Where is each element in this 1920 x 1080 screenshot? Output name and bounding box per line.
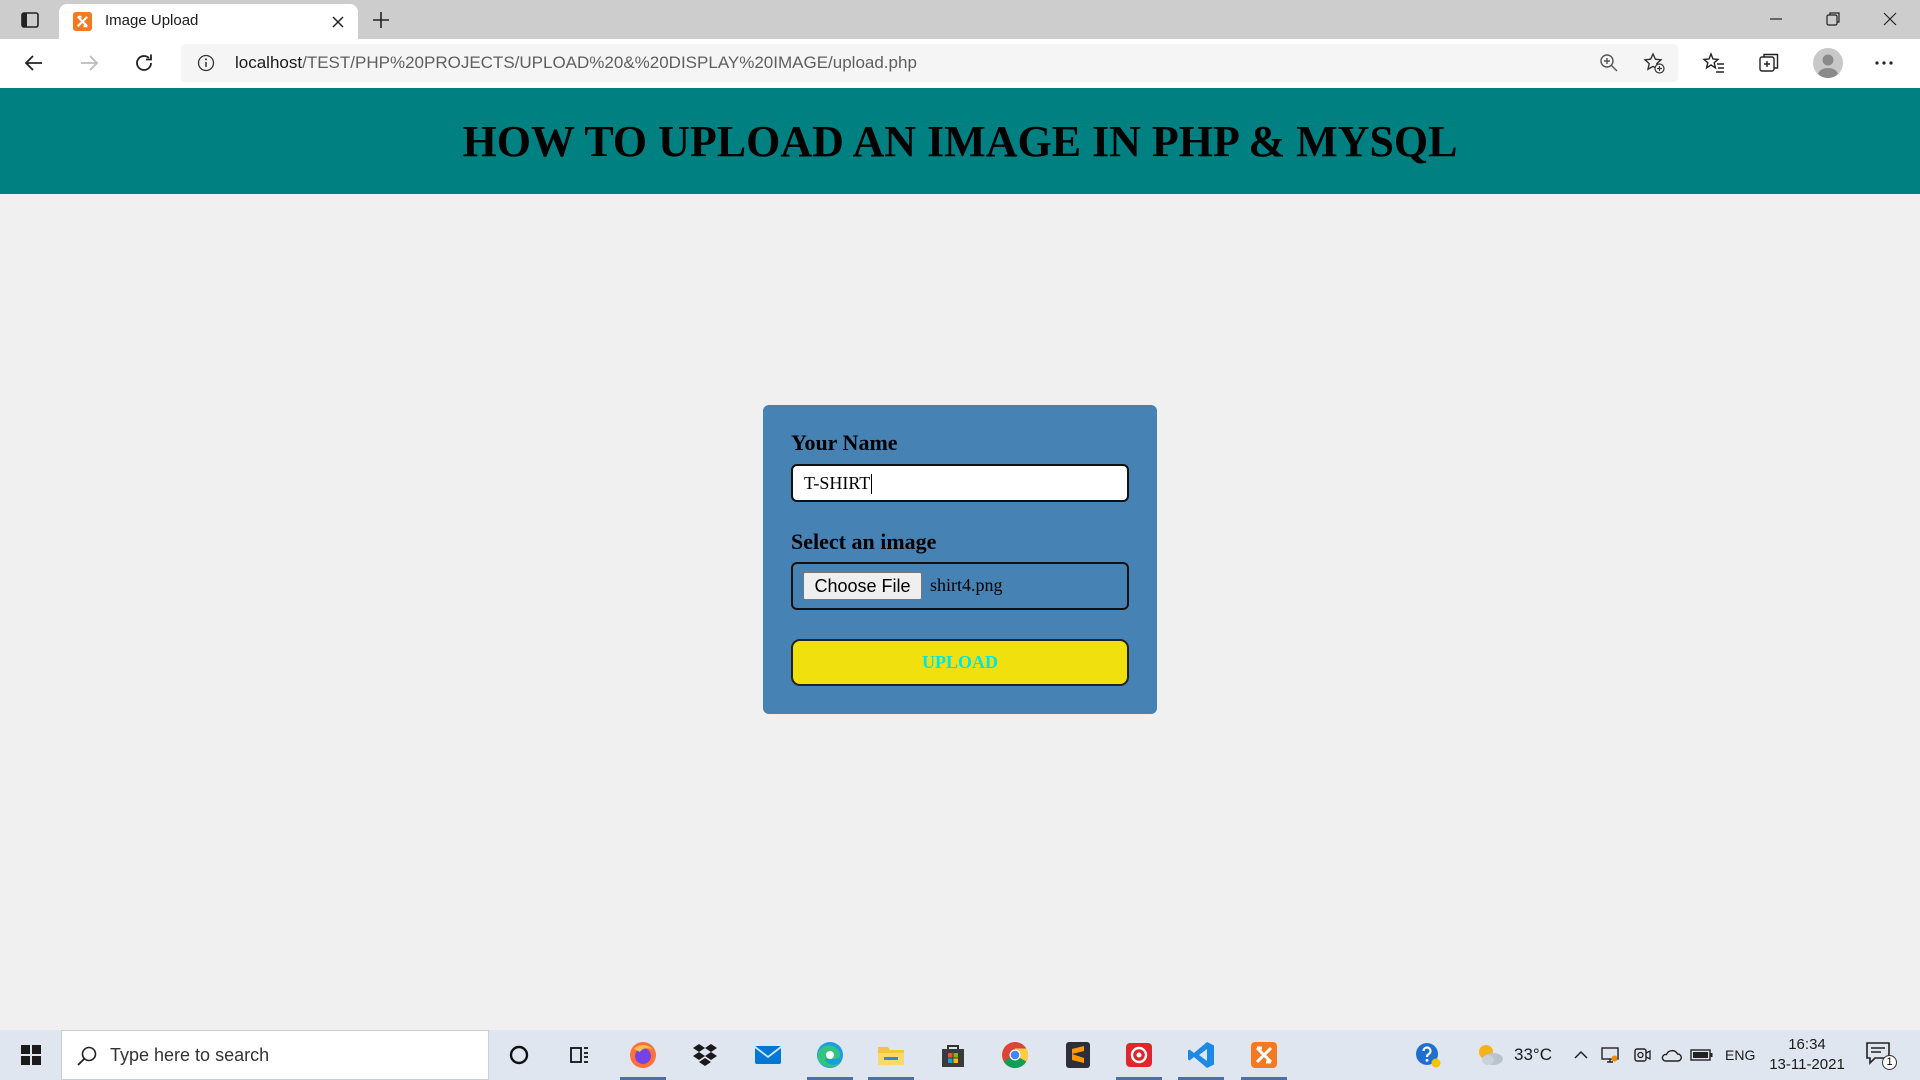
url-host: localhost [235,53,303,72]
help-icon [1416,1043,1441,1068]
input-language[interactable]: ENG [1725,1030,1755,1080]
address-bar[interactable]: localhost/TEST/PHP%20PROJECTS/UPLOAD%20&… [181,44,1678,82]
show-hidden-icons-button[interactable] [1571,1030,1591,1080]
cortana-icon [509,1045,529,1065]
reload-icon[interactable] [132,51,156,75]
profile-avatar[interactable] [1813,48,1843,78]
page-title: HOW TO UPLOAD AN IMAGE IN PHP & MYSQL [462,116,1458,166]
mail-icon [754,1046,782,1064]
vscode-icon [1188,1042,1214,1068]
recorder-icon [1126,1043,1152,1067]
more-options-icon[interactable] [1872,51,1896,75]
close-window-icon[interactable] [1879,8,1901,30]
xampp-icon [73,12,92,31]
xampp-icon [1251,1042,1277,1068]
new-tab-icon[interactable] [370,9,392,31]
task-view-icon [570,1047,588,1063]
tab-title: Image Upload [105,12,199,29]
help-tray-button[interactable] [1413,1030,1443,1080]
restore-icon[interactable] [1822,8,1844,30]
dropbox-icon [693,1044,717,1066]
search-icon [77,1046,97,1066]
start-button[interactable] [0,1030,61,1080]
recorder-button[interactable] [1111,1030,1167,1080]
upload-form: Your Name Select an image Choose File sh… [763,405,1157,714]
site-info-icon[interactable] [197,54,215,72]
vscode-button[interactable] [1173,1030,1229,1080]
browser-tab-active[interactable]: Image Upload [59,4,358,39]
mail-button[interactable] [740,1030,796,1080]
close-tab-icon[interactable] [329,13,347,31]
temperature[interactable]: 33°C [1514,1030,1552,1080]
sublime-text-icon [1066,1042,1090,1068]
minimize-icon[interactable] [1765,8,1787,30]
url-text[interactable]: localhost/TEST/PHP%20PROJECTS/UPLOAD%20&… [235,53,917,73]
edge-icon [817,1042,843,1068]
name-label: Your Name [791,430,898,455]
choose-file-button[interactable]: Choose File [803,572,922,600]
taskbar: Type here to search 33°C ENG 16:34 13-11… [0,1030,1920,1080]
cortana-button[interactable] [491,1030,547,1080]
battery-icon [1690,1049,1713,1061]
tray-item-camera[interactable] [1630,1030,1654,1080]
dropbox-button[interactable] [677,1030,733,1080]
zoom-icon[interactable] [1599,53,1619,73]
upload-button[interactable]: UPLOAD [791,639,1129,686]
add-favorite-icon[interactable] [1643,52,1665,74]
task-view-button[interactable] [551,1030,607,1080]
firefox-icon [630,1042,656,1068]
tray-item-display[interactable] [1598,1030,1622,1080]
file-explorer-icon [878,1047,904,1065]
weather-tray-button[interactable] [1474,1030,1506,1080]
sublime-text-button[interactable] [1050,1030,1106,1080]
profile-icon [1818,54,1838,78]
taskbar-search[interactable]: Type here to search [61,1030,489,1080]
tray-item-onedrive[interactable] [1659,1030,1683,1080]
back-icon[interactable] [22,51,46,75]
site-header: HOW TO UPLOAD AN IMAGE IN PHP & MYSQL [0,88,1920,194]
favorites-icon[interactable] [1702,51,1726,75]
browser-tab-strip: Image Upload [0,0,1920,39]
browser-toolbar: localhost/TEST/PHP%20PROJECTS/UPLOAD%20&… [0,39,1920,88]
image-label: Select an image [791,529,937,554]
chrome-icon [1002,1042,1029,1069]
firefox-button[interactable] [615,1030,671,1080]
cloud-icon [1661,1049,1682,1062]
clock-time: 16:34 [1788,1036,1826,1053]
monitor-icon [1601,1047,1619,1063]
name-input[interactable] [791,464,1129,502]
edge-button[interactable] [802,1030,858,1080]
collections-icon[interactable] [1757,51,1781,75]
url-path: /TEST/PHP%20PROJECTS/UPLOAD%20&%20DISPLA… [302,53,917,72]
search-placeholder: Type here to search [110,1045,270,1065]
file-explorer-button[interactable] [863,1030,919,1080]
chrome-button[interactable] [987,1030,1043,1080]
notification-count: 1 [1882,1055,1897,1070]
forward-icon[interactable] [77,51,101,75]
notification-center-button[interactable]: 1 [1865,1040,1897,1070]
tray-item-battery[interactable] [1689,1030,1715,1080]
tab-actions-icon[interactable] [19,9,41,31]
selected-file-name: shirt4.png [930,575,1003,595]
chevron-up-icon [1574,1050,1588,1059]
microsoft-store-button[interactable] [925,1030,981,1080]
weather-icon [1479,1045,1503,1065]
text-cursor [871,474,872,494]
clock[interactable]: 16:34 13-11-2021 [1762,1035,1852,1075]
clock-date: 13-11-2021 [1769,1056,1845,1073]
windows-icon [20,1045,41,1065]
camera-icon [1634,1048,1651,1062]
xampp-button[interactable] [1236,1030,1292,1080]
image-file-input[interactable]: Choose File shirt4.png [791,562,1129,610]
microsoft-store-icon [942,1045,964,1067]
